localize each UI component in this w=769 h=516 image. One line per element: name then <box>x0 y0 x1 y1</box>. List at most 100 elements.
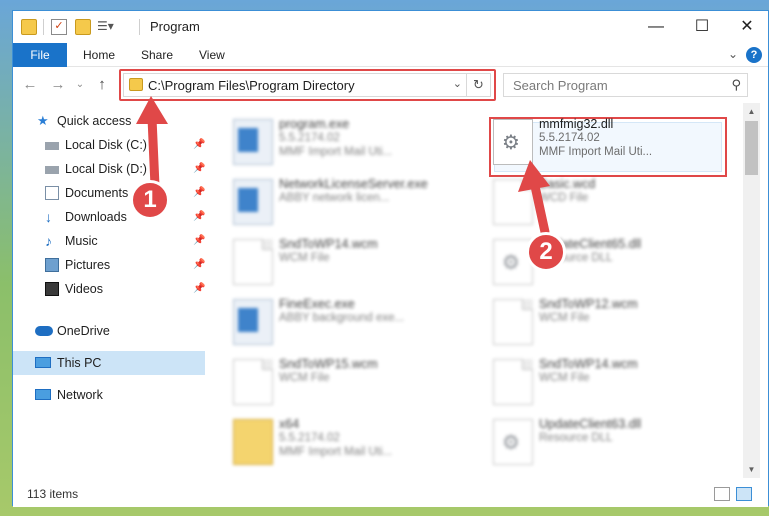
pin-icon[interactable]: 📌 <box>193 229 205 253</box>
vertical-scrollbar[interactable]: ▲ ▼ <box>743 103 760 478</box>
navigation-pane: ★ Quick access Local Disk (C:) 📌 Local D… <box>13 103 209 478</box>
file-text: mmfmig32.dll 5.5.2174.02 MMF Import Mail… <box>539 117 652 159</box>
sidebar-item-label: Music <box>65 234 98 248</box>
list-item[interactable]: SndToWP14.wcm WCM File <box>223 233 463 291</box>
pin-icon[interactable]: 📌 <box>193 157 205 181</box>
file-text: Basic.wcd WCD File <box>539 177 595 205</box>
file-name: FineExec.exe <box>279 297 355 311</box>
scrollbar-thumb[interactable] <box>745 121 758 175</box>
pin-icon[interactable]: 📌 <box>193 277 205 301</box>
list-item-selected[interactable]: ⚙ mmfmig32.dll 5.5.2174.02 MMF Import Ma… <box>483 113 723 171</box>
file-text: NetworkLicenseServer.exe ABBY network li… <box>279 177 428 205</box>
drive-icon <box>45 166 59 174</box>
document-icon <box>233 359 273 405</box>
chevron-down-icon[interactable]: ⌄ <box>728 47 738 61</box>
minimize-button[interactable]: — <box>633 11 679 43</box>
close-button[interactable]: ✕ <box>724 11 769 43</box>
sidebar-item-label: OneDrive <box>57 324 110 338</box>
gear-icon: ⚙ <box>502 432 520 454</box>
file-text: FineExec.exe ABBY background exe... <box>279 297 404 325</box>
exe-icon <box>233 299 273 345</box>
back-arrow-icon[interactable]: ← <box>21 76 39 93</box>
sidebar-item-documents[interactable]: Documents 📌 <box>13 181 205 205</box>
search-icon[interactable]: ⚲ <box>731 77 741 93</box>
sidebar-item-quick-access[interactable]: ★ Quick access <box>13 109 205 133</box>
sidebar-item-videos[interactable]: Videos 📌 <box>13 277 205 301</box>
list-item[interactable]: program.exe 5.5.2174.02 MMF Import Mail … <box>223 113 463 171</box>
search-input[interactable]: Search Program ⚲ <box>503 73 748 97</box>
list-item[interactable]: ⚙ UpdateClient65.dll Resource DLL <box>483 233 723 291</box>
file-type: ABBY background exe... <box>279 312 405 324</box>
tab-file[interactable]: File <box>13 43 67 67</box>
customize-toolbar-icon[interactable]: ☰▾ <box>97 19 114 35</box>
divider <box>139 19 140 35</box>
videos-icon <box>45 282 59 296</box>
list-item[interactable]: SndToWP14.wcm WCM File <box>483 353 723 411</box>
file-type: ABBY network licen... <box>279 192 390 204</box>
sidebar-item-label: Local Disk (D:) <box>65 162 147 176</box>
details-view-icon[interactable] <box>714 487 730 501</box>
up-arrow-icon[interactable]: ↑ <box>93 76 111 93</box>
list-item[interactable]: x64 5.5.2174.02 MMF Import Mail Uti... <box>223 413 463 471</box>
step-2-badge: 2 <box>526 232 566 272</box>
sidebar-item-network[interactable]: Network <box>13 383 205 407</box>
pin-icon[interactable]: 📌 <box>193 205 205 229</box>
tab-home[interactable]: Home <box>73 43 125 67</box>
tab-view[interactable]: View <box>189 43 235 67</box>
item-count: 113 items <box>27 487 79 501</box>
help-icon[interactable]: ? <box>746 47 762 63</box>
drive-icon <box>45 142 59 150</box>
status-bar: 113 items <box>13 481 768 507</box>
sidebar-item-label: Pictures <box>65 258 111 272</box>
sidebar-item-music[interactable]: ♪ Music 📌 <box>13 229 205 253</box>
divider <box>43 19 44 35</box>
list-item[interactable]: NetworkLicenseServer.exe ABBY network li… <box>223 173 463 231</box>
sidebar-item-local-disk-c[interactable]: Local Disk (C:) 📌 <box>13 133 205 157</box>
file-name: SndToWP15.wcm <box>279 357 378 371</box>
tab-share[interactable]: Share <box>131 43 183 67</box>
pin-icon[interactable]: 📌 <box>193 133 205 157</box>
address-highlight-box <box>119 69 496 101</box>
list-item[interactable]: FineExec.exe ABBY background exe... <box>223 293 463 351</box>
sidebar-item-onedrive[interactable]: OneDrive <box>13 319 205 343</box>
file-version: 5.5.2174.02 <box>539 132 600 144</box>
scroll-down-icon[interactable]: ▼ <box>743 461 760 478</box>
documents-icon <box>45 186 59 200</box>
sidebar-item-local-disk-d[interactable]: Local Disk (D:) 📌 <box>13 157 205 181</box>
recent-locations-icon[interactable]: ⌄ <box>71 79 89 90</box>
gear-icon: ⚙ <box>502 132 520 154</box>
explorer-window: ✓ ☰▾ Program — ☐ ✕ File Home Share View … <box>12 10 769 507</box>
step-1-badge: 1 <box>130 180 170 220</box>
document-icon <box>233 239 273 285</box>
file-version: 5.5.2174.02 <box>279 432 340 444</box>
large-icons-view-icon[interactable] <box>736 487 752 501</box>
sidebar-item-downloads[interactable]: ↓ Downloads 📌 <box>13 205 205 229</box>
properties-icon[interactable]: ✓ <box>51 19 67 35</box>
list-item[interactable]: SndToWP15.wcm WCM File <box>223 353 463 411</box>
pictures-icon <box>45 258 59 272</box>
list-item[interactable]: ⚙ UpdateClient63.dll Resource DLL <box>483 413 723 471</box>
file-type: Resource DLL <box>539 432 613 444</box>
new-folder-icon[interactable] <box>75 19 91 35</box>
music-icon: ♪ <box>45 233 52 249</box>
file-type: WCD File <box>539 192 589 204</box>
maximize-button[interactable]: ☐ <box>679 11 725 43</box>
file-version: 5.5.2174.02 <box>279 132 340 144</box>
file-name: SndToWP14.wcm <box>539 357 638 371</box>
forward-arrow-icon[interactable]: → <box>49 76 67 93</box>
file-name: program.exe <box>279 117 350 131</box>
exe-icon <box>233 179 273 225</box>
file-name: NetworkLicenseServer.exe <box>279 177 428 191</box>
pin-icon[interactable]: 📌 <box>193 181 205 205</box>
sidebar-item-label: Downloads <box>65 210 127 224</box>
folder-icon <box>233 419 273 465</box>
file-type: WCM File <box>279 252 330 264</box>
scroll-up-icon[interactable]: ▲ <box>743 103 760 120</box>
file-name: UpdateClient63.dll <box>539 417 642 431</box>
pin-icon[interactable]: 📌 <box>193 253 205 277</box>
list-item[interactable]: SndToWP12.wcm WCM File <box>483 293 723 351</box>
sidebar-item-this-pc[interactable]: This PC <box>13 351 205 375</box>
list-item[interactable]: Basic.wcd WCD File <box>483 173 723 231</box>
sidebar-item-pictures[interactable]: Pictures 📌 <box>13 253 205 277</box>
file-name: Basic.wcd <box>539 177 596 191</box>
